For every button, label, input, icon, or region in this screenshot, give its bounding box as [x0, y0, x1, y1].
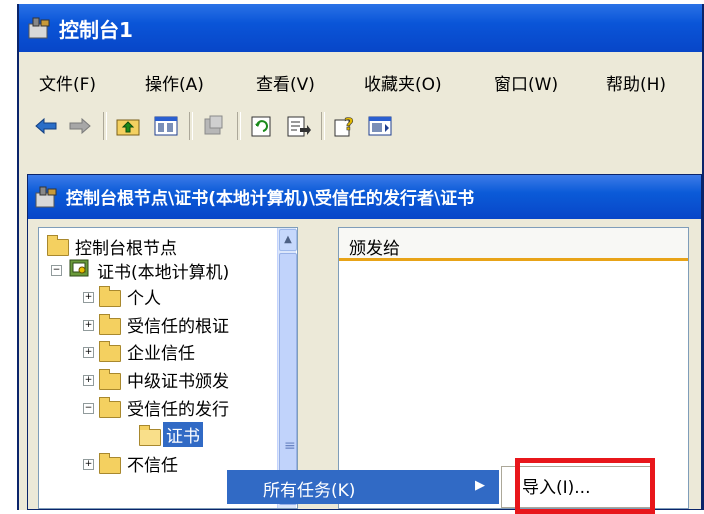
folder-icon [99, 397, 121, 418]
expand-icon[interactable]: + [83, 320, 94, 331]
tree-item-trusted-root[interactable]: 受信任的根证 [127, 312, 229, 337]
folder-icon [99, 286, 121, 307]
toolbar-separator [237, 112, 241, 140]
collapse-icon[interactable]: − [51, 265, 62, 276]
menu-favorites[interactable]: 收藏夹(O) [364, 70, 442, 95]
expand-icon[interactable]: + [83, 459, 94, 470]
scroll-thumb[interactable]: ≡ [279, 253, 297, 505]
highlight-box [515, 458, 655, 514]
menu-help[interactable]: 帮助(H) [606, 70, 666, 95]
console-icon [28, 17, 50, 39]
expand-icon[interactable]: + [83, 292, 94, 303]
folder-icon [99, 314, 121, 335]
tree-item-console-root[interactable]: 控制台根节点 [75, 234, 177, 259]
toolbar-separator [189, 112, 193, 140]
tree-item-certificates-local-computer[interactable]: 证书(本地计算机) [97, 258, 229, 283]
tree-item-personal[interactable]: 个人 [127, 284, 161, 309]
toolbar-separator [103, 112, 107, 140]
folder-icon [47, 235, 69, 256]
column-header-label: 颁发给 [349, 239, 400, 259]
console-window: 控制台1 文件(F) 操作(A) 查看(V) 收藏夹(O) 窗口(W) 帮助(H… [17, 4, 704, 510]
certificates-snapin-icon [69, 259, 89, 277]
help-icon[interactable]: ? [333, 114, 359, 138]
tree-scrollbar[interactable]: ▲ ≡ [277, 228, 297, 508]
expand-icon[interactable]: + [83, 347, 94, 358]
forward-arrow-icon[interactable] [67, 114, 93, 138]
menu-view[interactable]: 查看(V) [256, 70, 315, 95]
delete-icon[interactable] [201, 114, 227, 138]
menu-action[interactable]: 操作(A) [145, 70, 204, 95]
tree-item-certificates-selected[interactable]: 证书 [163, 422, 203, 447]
menu-bar: 文件(F) 操作(A) 查看(V) 收藏夹(O) 窗口(W) 帮助(H) [19, 64, 702, 100]
title-bar[interactable]: 控制台1 [19, 4, 702, 52]
tree-item-untrusted[interactable]: 不信任 [127, 451, 178, 476]
menu-window[interactable]: 窗口(W) [494, 70, 558, 95]
toolbar-separator [321, 112, 325, 140]
scroll-up-button[interactable]: ▲ [279, 229, 297, 251]
submenu-arrow-icon: ▶ [475, 478, 485, 493]
scroll-grip-icon: ≡ [284, 438, 296, 454]
show-hide-action-pane-icon[interactable] [367, 114, 393, 138]
column-header-issued-to[interactable]: 颁发给 [339, 228, 688, 261]
open-folder-icon [139, 425, 161, 446]
window-title: 控制台1 [59, 18, 133, 42]
menu-item-label: 所有任务(K) [263, 481, 356, 501]
back-arrow-icon[interactable] [33, 114, 59, 138]
up-folder-icon[interactable] [115, 114, 141, 138]
folder-icon [99, 453, 121, 474]
tree-item-trusted-publishers[interactable]: 受信任的发行 [127, 395, 229, 420]
context-menu-all-tasks[interactable]: 所有任务(K) ▶ [227, 470, 499, 504]
folder-icon [99, 369, 121, 390]
export-list-icon[interactable] [285, 114, 311, 138]
expand-icon[interactable]: + [83, 375, 94, 386]
tree-item-enterprise-trust[interactable]: 企业信任 [127, 339, 195, 364]
svg-text:?: ? [344, 115, 354, 135]
show-hide-tree-icon[interactable] [153, 114, 179, 138]
refresh-icon[interactable] [249, 114, 275, 138]
toolbar: ? [19, 106, 702, 146]
tree-item-intermediate-ca[interactable]: 中级证书颁发 [127, 367, 229, 392]
child-title-bar[interactable]: 控制台根节点\证书(本地计算机)\受信任的发行者\证书 [28, 175, 701, 219]
collapse-icon[interactable]: − [83, 403, 94, 414]
tree-pane: 控制台根节点 − 证书(本地计算机) + 个人 + 受信任的根证 + 企业信任 … [38, 227, 298, 509]
child-window-title: 控制台根节点\证书(本地计算机)\受信任的发行者\证书 [66, 189, 475, 209]
folder-icon [99, 341, 121, 362]
console-icon [35, 186, 57, 208]
menu-file[interactable]: 文件(F) [39, 70, 96, 95]
